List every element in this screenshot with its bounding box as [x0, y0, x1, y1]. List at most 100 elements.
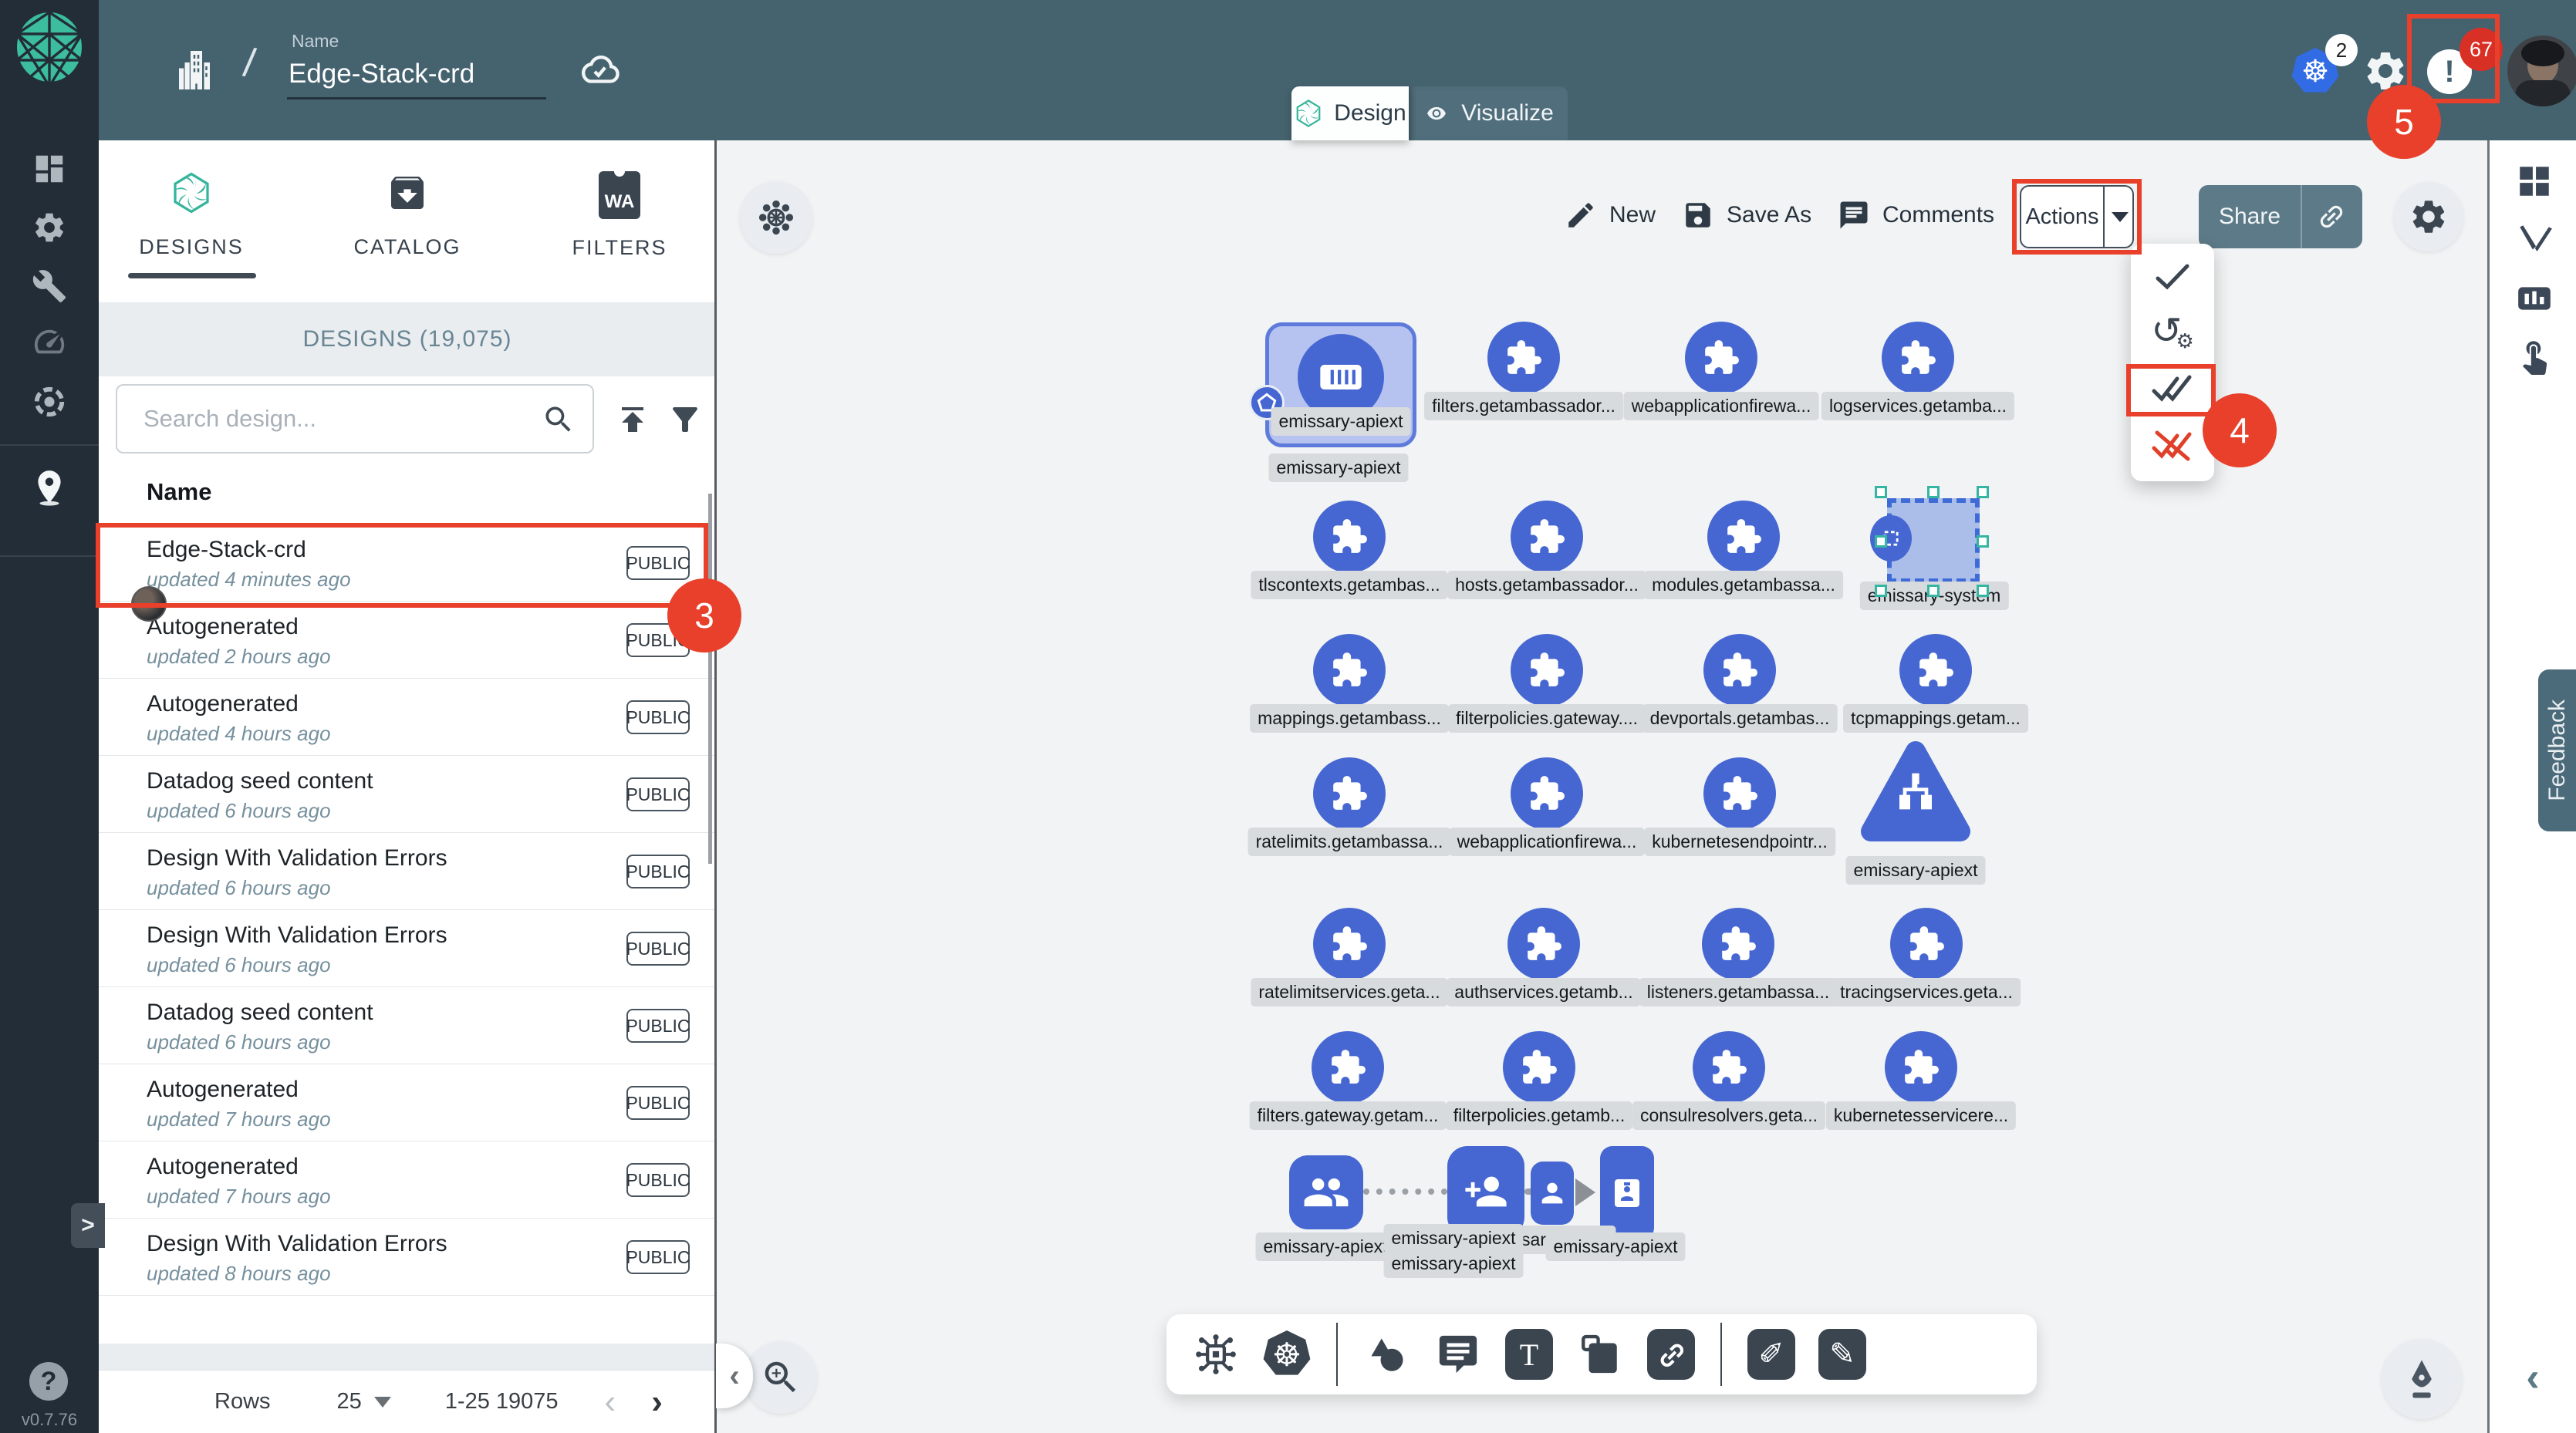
prev-page-button[interactable]: ‹ [605, 1383, 616, 1421]
crd-puzzle-icon[interactable] [1313, 908, 1386, 980]
tool-freehand[interactable]: ✎ [1807, 1329, 1878, 1380]
dock-validate-button[interactable] [2513, 221, 2556, 263]
crd-puzzle-icon[interactable] [1507, 908, 1580, 980]
design-list-item[interactable]: Datadog seed content updated 6 hours ago… [99, 987, 716, 1064]
sidebar-item-dashboard[interactable] [0, 151, 99, 191]
tool-integrations[interactable] [1180, 1332, 1251, 1377]
dock-dashboard-button[interactable] [2513, 279, 2556, 322]
check-icon [2155, 263, 2190, 291]
crd-puzzle-icon[interactable] [1885, 1031, 1957, 1104]
tool-link[interactable] [1636, 1329, 1707, 1380]
filter-icon[interactable] [667, 401, 704, 438]
node-service-account-group[interactable] [1289, 1155, 1363, 1229]
node-role[interactable] [1531, 1162, 1574, 1225]
crd-puzzle-icon[interactable] [1313, 501, 1386, 573]
menu-item-undeploy[interactable] [2131, 418, 2214, 472]
design-list-item[interactable]: Autogenerated updated 7 hours ago PUBLIC [99, 1141, 716, 1219]
tab-design[interactable]: Design [1291, 86, 1409, 140]
sidebar-item-performance[interactable] [0, 324, 99, 363]
save-as-button[interactable]: Save As [1682, 199, 1811, 231]
crd-puzzle-icon[interactable] [1703, 634, 1776, 706]
selection-handle[interactable] [1875, 486, 1887, 498]
panel-tab-filters[interactable]: WA FILTERS [531, 171, 708, 260]
sidebar-item-extensions[interactable] [0, 384, 99, 423]
sidebar-item-configuration[interactable] [0, 268, 99, 308]
crd-puzzle-icon[interactable] [1707, 501, 1780, 573]
comments-button[interactable]: Comments [1838, 199, 1994, 231]
rail-expand-button[interactable]: > [71, 1203, 105, 1248]
selection-handle[interactable] [1927, 585, 1940, 597]
next-page-button[interactable]: › [651, 1383, 663, 1421]
sidebar-item-kanvas[interactable] [0, 467, 99, 510]
pagination-range: 1-25 19075 [445, 1389, 559, 1414]
organization-icon[interactable] [171, 43, 218, 97]
crd-puzzle-icon[interactable] [1890, 908, 1963, 980]
search-icon[interactable] [542, 403, 576, 437]
design-name-input[interactable] [287, 56, 546, 99]
design-list-item[interactable]: Design With Validation Errors updated 6 … [99, 833, 716, 910]
selection-handle[interactable] [1977, 585, 1989, 597]
design-list-item[interactable]: Design With Validation Errors updated 6 … [99, 910, 716, 987]
node-emissary-apiext-triangle[interactable] [1858, 737, 1973, 853]
share-link-icon[interactable] [2310, 195, 2354, 239]
zoom-in-button[interactable] [744, 1341, 817, 1414]
meshery-logo-icon[interactable] [15, 11, 83, 83]
design-list-item[interactable]: Autogenerated updated 4 hours ago PUBLIC [99, 679, 716, 756]
help-button[interactable]: ? [29, 1362, 68, 1401]
crd-puzzle-icon[interactable] [1899, 634, 1972, 706]
tab-visualize[interactable]: Visualize [1409, 86, 1568, 140]
crd-puzzle-icon[interactable] [1511, 634, 1583, 706]
crd-puzzle-icon[interactable] [1487, 322, 1560, 394]
tool-edge-pen[interactable]: ✐ [1736, 1329, 1807, 1380]
selection-handle[interactable] [1927, 486, 1940, 498]
feedback-tab[interactable]: Feedback [2538, 669, 2576, 831]
crd-puzzle-icon[interactable] [1882, 322, 1954, 394]
share-button[interactable]: Share [2199, 185, 2362, 248]
new-button[interactable]: New [1565, 199, 1656, 231]
selection-handle[interactable] [1875, 585, 1887, 597]
selection-handle[interactable] [1875, 535, 1887, 548]
upload-design-icon[interactable] [614, 401, 651, 438]
tool-shapes[interactable] [1352, 1332, 1423, 1377]
dock-collapse-button[interactable]: ‹ [2506, 1354, 2560, 1401]
crd-puzzle-icon[interactable] [1703, 757, 1776, 830]
app-header: / Name Design Visualize ☸ 2 ! 67 [0, 0, 2576, 140]
tool-kubernetes[interactable]: ☸ [1251, 1330, 1322, 1378]
design-list-item[interactable]: Datadog seed content updated 6 hours ago… [99, 756, 716, 833]
panel-tab-catalog[interactable]: CATALOG [319, 171, 496, 259]
tool-annotation[interactable] [1423, 1332, 1494, 1377]
search-input[interactable] [143, 390, 506, 447]
rows-per-page-value[interactable]: 25 [337, 1389, 362, 1414]
design-list-item[interactable]: Autogenerated updated 7 hours ago PUBLIC [99, 1064, 716, 1141]
crd-puzzle-icon[interactable] [1313, 757, 1386, 830]
edge-dotted-connector[interactable] [1363, 1189, 1447, 1195]
menu-item-dry-run[interactable]: ↺ ⚙ [2131, 304, 2214, 358]
dock-interaction-button[interactable] [2513, 336, 2556, 379]
menu-item-validate[interactable] [2131, 250, 2214, 304]
user-avatar[interactable] [2507, 35, 2576, 106]
breadcrumb-slash: / [241, 39, 258, 86]
dock-components-button[interactable] [2513, 162, 2556, 204]
canvas-cluster-icon-button[interactable] [740, 181, 812, 254]
list-scrollbar[interactable] [708, 494, 712, 864]
design-list-item[interactable]: Autogenerated updated 2 hours ago PUBLIC [99, 602, 716, 679]
crd-puzzle-icon[interactable] [1503, 1031, 1575, 1104]
sidebar-item-lifecycle[interactable] [0, 210, 99, 249]
crd-puzzle-icon[interactable] [1511, 757, 1583, 830]
design-list-item[interactable]: Design With Validation Errors updated 8 … [99, 1219, 716, 1296]
crd-puzzle-icon[interactable] [1685, 322, 1757, 394]
crd-puzzle-icon[interactable] [1312, 1031, 1384, 1104]
crd-puzzle-icon[interactable] [1511, 501, 1583, 573]
pen-mode-button[interactable] [2382, 1339, 2462, 1419]
crd-puzzle-icon[interactable] [1693, 1031, 1765, 1104]
selection-handle[interactable] [1977, 486, 1989, 498]
tool-text[interactable]: T [1494, 1329, 1565, 1380]
crd-puzzle-icon[interactable] [1313, 634, 1386, 706]
tool-duplicate[interactable] [1565, 1332, 1636, 1377]
rows-per-page-caret-icon[interactable] [374, 1397, 391, 1408]
selection-handle[interactable] [1977, 535, 1989, 548]
crd-puzzle-icon[interactable] [1702, 908, 1774, 980]
panel-tab-designs[interactable]: DESIGNS [103, 171, 280, 259]
canvas-settings-button[interactable] [2394, 182, 2463, 251]
panel-canvas-divider[interactable] [714, 140, 717, 1433]
